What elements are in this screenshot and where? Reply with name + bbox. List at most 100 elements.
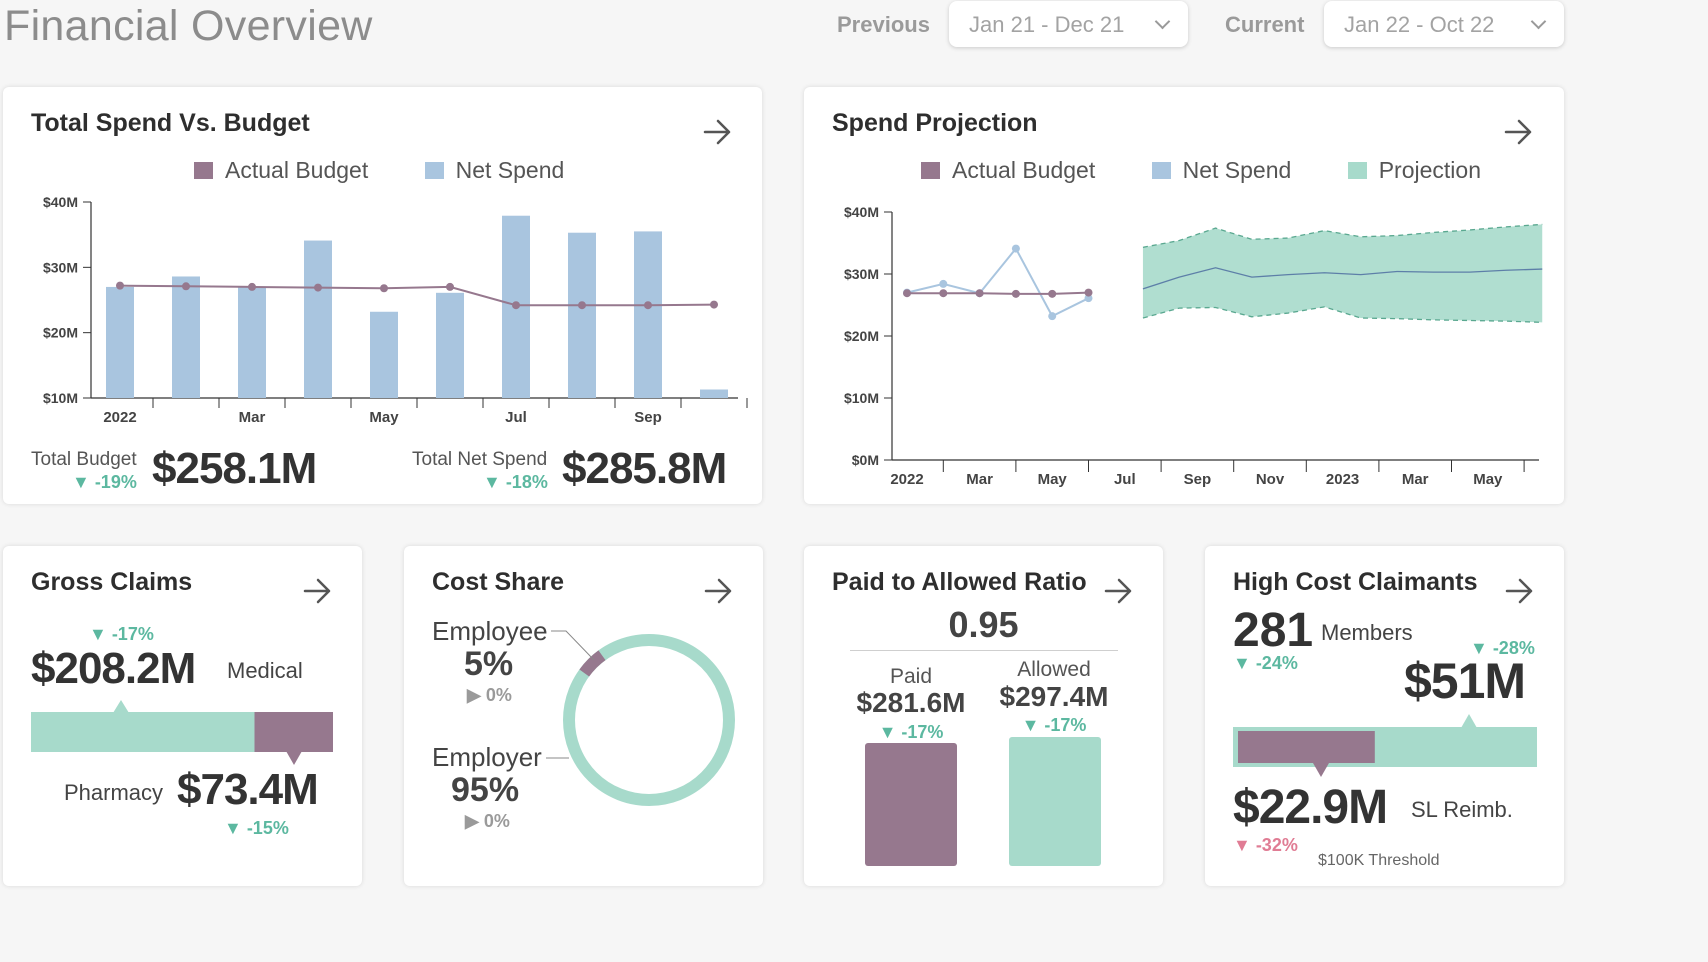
budget-point	[710, 300, 718, 309]
net-spend-line	[906, 246, 1089, 318]
net-spend-bar	[436, 292, 464, 398]
members-label: Members	[1321, 620, 1413, 645]
budget-point	[248, 282, 256, 291]
x-tick-label: May	[1473, 471, 1503, 488]
arrow-right-icon[interactable]	[703, 119, 733, 145]
employer-percent: 95%	[451, 771, 520, 809]
card-title: Gross Claims	[31, 568, 193, 596]
x-tick-label: Mar	[1402, 471, 1429, 488]
card-title: Total Spend Vs. Budget	[31, 109, 310, 137]
cost-share-donut	[546, 630, 735, 806]
chart-legend: Actual Budget Net Spend Projection	[921, 157, 1531, 184]
budget-point	[512, 301, 520, 310]
arrow-right-icon[interactable]	[1104, 578, 1134, 604]
budget-point	[1011, 289, 1020, 298]
spend-projection-chart: $0M $10M $20M $30M $40M 2022 Mar May Jul Sep Nov 20…	[844, 204, 1543, 488]
allowed-change: ▼ -17%	[1021, 715, 1087, 735]
budget-point	[182, 282, 190, 291]
budget-line	[119, 284, 715, 307]
x-tick-label: Mar	[966, 471, 993, 488]
page-title: Financial Overview	[4, 2, 373, 50]
arrow-right-icon[interactable]	[704, 578, 734, 604]
current-period-label: Current	[1225, 12, 1305, 37]
total-net-spend-label: Total Net Spend	[412, 449, 548, 470]
chart-legend: Actual Budget Net Spend	[194, 157, 614, 184]
paid-label: Paid	[889, 665, 933, 688]
members-change: ▼ -24%	[1233, 653, 1298, 673]
y-tick-label: $20M	[844, 328, 879, 344]
net-spend-bar	[106, 286, 134, 398]
arrow-right-icon[interactable]	[1504, 119, 1534, 145]
y-tick-label: $30M	[43, 259, 78, 275]
paid-change: ▼ -17%	[878, 722, 944, 742]
x-tick-label: Sep	[1184, 471, 1212, 488]
x-tick-label: Sep	[634, 409, 662, 426]
net-spend-point	[939, 279, 948, 288]
employee-percent: 5%	[464, 645, 514, 683]
x-tick-label: Jul	[505, 409, 527, 426]
employee-label: Employee	[432, 616, 548, 646]
cost-value: $51M	[1404, 653, 1526, 709]
x-tick-label: Nov	[1256, 471, 1285, 488]
medical-segment	[31, 712, 255, 752]
employer-label: Employer	[432, 742, 542, 772]
arrow-right-icon[interactable]	[1505, 578, 1535, 604]
total-net-spend-change: ▼ -18%	[483, 472, 548, 492]
net-spend-bar	[370, 311, 398, 398]
budget-point	[1048, 289, 1057, 298]
x-tick-label: 2022	[103, 409, 136, 426]
allowed-label: Allowed	[1017, 658, 1091, 681]
y-tick-label: $40M	[43, 194, 78, 210]
y-tick-label: $0M	[852, 452, 879, 468]
threshold-label: $100K Threshold	[1318, 852, 1440, 869]
net-spend-bar	[700, 389, 728, 398]
net-spend-point	[1011, 244, 1020, 253]
medical-value: $208.2M	[31, 644, 196, 693]
x-tick-label: Jul	[1114, 471, 1136, 488]
paid-value: $281.6M	[856, 687, 966, 718]
total-budget-change: ▼ -19%	[72, 472, 137, 492]
net-spend-bar	[634, 231, 662, 398]
card-title: High Cost Claimants	[1233, 568, 1478, 596]
budget-point	[903, 289, 911, 298]
legend-item-budget: Actual Budget	[921, 157, 1095, 184]
paid-bar	[865, 743, 957, 866]
net-spend-bar	[304, 240, 332, 398]
budget-point	[975, 289, 984, 298]
legend-item-projection: Projection	[1347, 157, 1481, 184]
previous-period-select[interactable]: Jan 21 - Dec 21	[949, 1, 1188, 47]
reimb-value: $22.9M	[1233, 781, 1388, 834]
employee-change: ▶ 0%	[467, 685, 512, 705]
previous-period-value: Jan 21 - Dec 21	[969, 12, 1125, 37]
employer-change: ▶ 0%	[465, 811, 510, 831]
spend-budget-chart: $10M $20M $30M $40M 2022 Mar May Jul Sep	[43, 194, 748, 426]
spend-projection-card: Spend Projection Actual Budget Net Spend…	[804, 87, 1564, 504]
net-spend-point	[1048, 312, 1057, 321]
pharmacy-change: ▼ -15%	[224, 818, 289, 838]
y-tick-label: $40M	[844, 204, 879, 220]
budget-point	[314, 283, 322, 292]
total-budget-value: $258.1M	[152, 444, 317, 493]
net-spend-bar	[238, 286, 266, 398]
gross-claims-split-bar	[31, 700, 333, 765]
chevron-down-icon	[1154, 13, 1171, 30]
employee-leader-line	[551, 630, 595, 661]
allowed-bar	[1009, 737, 1101, 866]
current-period-select[interactable]: Jan 22 - Oct 22	[1324, 1, 1564, 47]
x-tick-label: 2023	[1326, 471, 1359, 488]
budget-point	[380, 284, 388, 293]
y-tick-label: $10M	[43, 390, 78, 406]
medical-change: ▼ -17%	[89, 624, 154, 644]
ratio-value: 0.95	[948, 604, 1019, 645]
y-tick-label: $20M	[43, 325, 78, 341]
current-period-value: Jan 22 - Oct 22	[1344, 12, 1495, 37]
budget-point	[1084, 288, 1093, 297]
high-cost-split-bar	[1233, 714, 1537, 777]
legend-item-net-spend: Net Spend	[1151, 157, 1291, 184]
arrow-right-icon[interactable]	[303, 578, 333, 604]
net-spend-bar	[568, 232, 596, 398]
total-budget-label: Total Budget	[31, 449, 137, 470]
allowed-value: $297.4M	[999, 681, 1109, 712]
reimbursement-segment	[1238, 731, 1375, 763]
card-title: Spend Projection	[832, 109, 1038, 137]
